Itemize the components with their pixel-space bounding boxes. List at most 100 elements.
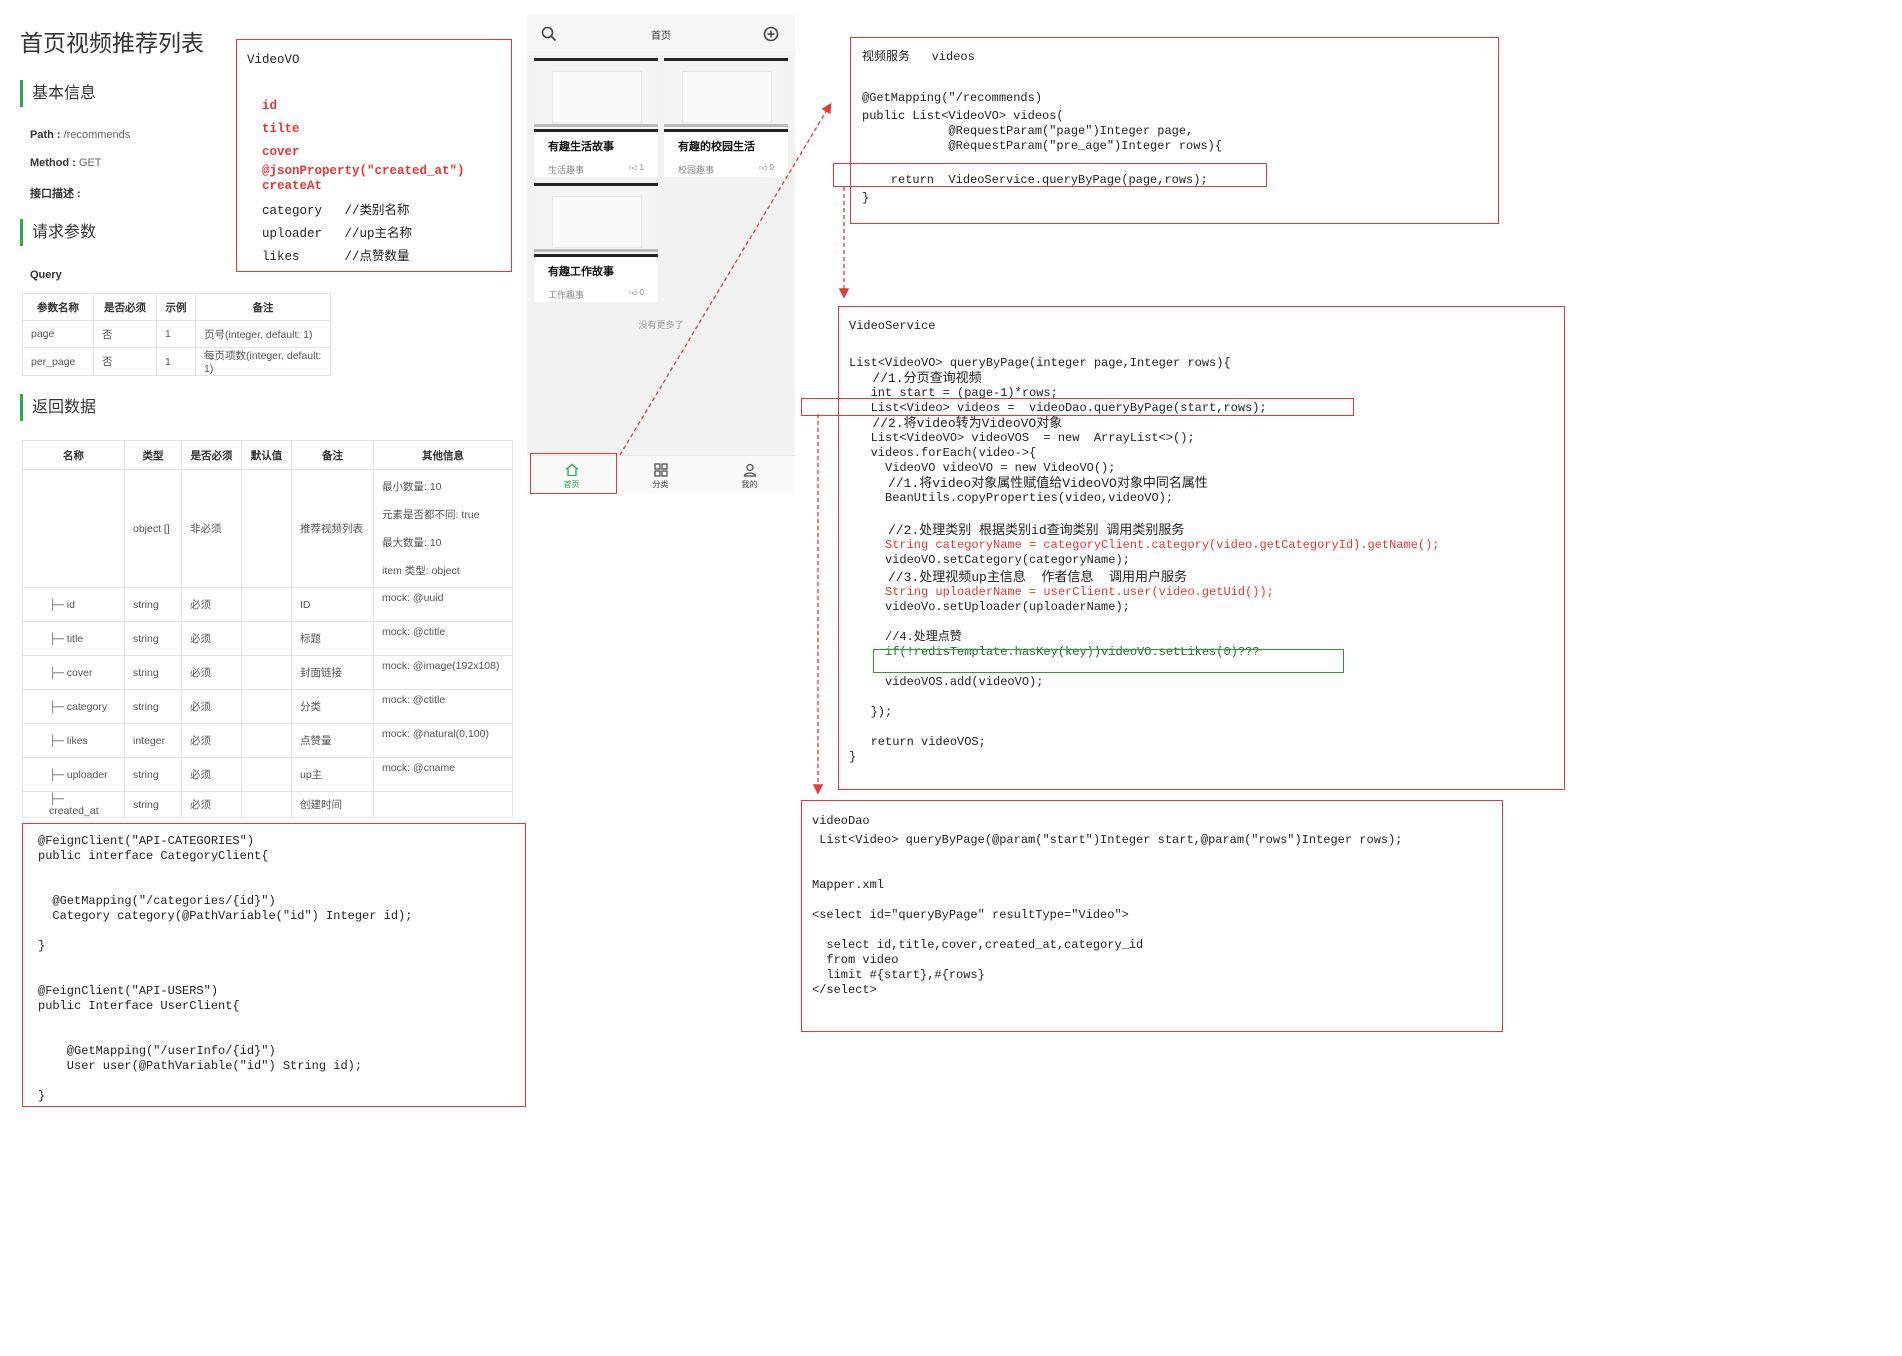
table-row: ├─ likes integer 必须 点赞量 mock: @natural(0,100… [22,723,513,758]
videovo-code: VideoVO id tilte cover @jsonProperty("cr… [247,49,465,269]
code-line: Mapper.xml [812,878,885,892]
table-cell: 最小数量: 10 元素是否都不同: true 最大数量: 10 item 类型:… [373,469,513,588]
code-line: //3.处理视频up主信息 作者信息 调用用户服务 [849,570,1188,585]
code-line: } [38,939,46,953]
tab-category[interactable]: 分类 [616,456,705,493]
table-cell: 推荐视频列表 [291,469,374,588]
method-row: Method : GET [30,157,102,169]
video-card[interactable]: 有趣的校园生活 校园趣事 👍︎ 0 [664,58,788,177]
video-category: 生活趣事 [548,165,585,175]
table-header: 示例 [156,293,196,321]
table-cell: 1 [156,320,196,348]
add-circle-icon[interactable] [763,26,779,42]
table-cell: string [124,757,182,792]
table-cell: mock: @natural(0,100) [373,723,513,758]
video-card[interactable]: 有趣工作故事 工作趣事 👍︎ 0 [534,183,658,302]
other-info-line: item 类型: object [382,564,460,577]
table-cell: 分类 [291,689,374,724]
table-cell: string [124,689,182,724]
phone-header-title: 首页 [651,31,671,42]
table-row: ├─ id string 必须 ID mock: @uuid [22,587,513,622]
video-card[interactable]: 有趣生活故事 生活趣事 👍︎ 1 [534,58,658,177]
code-line: //2.处理类别 根据类别id查询类别 调用类别服务 [849,523,1185,538]
response-table: 名称 类型 是否必须 默认值 备注 其他信息 object [] 非必须 推荐视… [22,440,513,818]
code-line: select id,title,cover,created_at,categor… [812,938,1144,952]
tab-mine[interactable]: 我的 [705,456,794,493]
code-line: } [38,1089,46,1103]
table-cell: page [22,320,94,348]
table-cell [241,723,292,758]
method-value: GET [78,157,102,169]
code-line: videoVO.setCategory(categoryName); [849,553,1130,567]
table-row: ├─ title string 必须 标题 mock: @ctitle [22,621,513,656]
user-icon [743,463,756,477]
table-cell: 否 [93,347,157,376]
table-cell: ├─ title [22,621,125,656]
table-row: ├─ created_at string 必须 创建时间 [22,791,513,818]
code-line: createAt [247,179,323,193]
code-line: //1.分页查询视频 [849,371,982,386]
code-line: videos.forEach(video->{ [849,446,1037,460]
table-cell: mock: @cname [373,757,513,792]
table-cell [241,655,292,690]
video-category: 校园趣事 [678,165,715,175]
table-cell: string [124,791,182,818]
table-header: 名称 [22,440,125,470]
code-line: videoDao [812,814,870,828]
code-line: @RequestParam("pre_age")Integer rows){ [862,139,1223,153]
dao-call-highlight [801,398,1354,416]
code-line: @GetMapping("/categories/{id}") [38,894,276,908]
section-heading: 基本信息 [32,85,97,102]
table-cell: 点赞量 [291,723,374,758]
code-line: String uploaderName = userClient.user(vi… [849,585,1274,599]
table-cell: 必须 [181,655,242,690]
table-cell: 必须 [181,791,242,818]
code-line: uploader //up主名称 [247,227,413,241]
table-cell: 1 [156,347,196,376]
code-line: @jsonProperty("created_at") [247,164,465,178]
table-cell: string [124,587,182,622]
table-row: ├─ uploader string 必须 up主 mock: @cname [22,757,513,792]
page-title: 首页视频推荐列表 [20,30,204,56]
video-dao-code: videoDao List<Video> queryByPage(@param(… [812,810,1403,998]
query-param-table: 参数名称 是否必须 示例 备注 page 否 1 页号(integer, def… [22,293,331,376]
tab-label: 我的 [741,480,758,489]
table-cell: 必须 [181,587,242,622]
video-title: 有趣工作故事 [548,266,614,278]
code-line: VideoVO [247,53,300,67]
video-likes: 👍︎ 0 [628,288,644,297]
section-heading: 请求参数 [32,224,97,241]
table-cell: mock: @ctitle [373,621,513,656]
code-line: @GetMapping("/recommends) [862,91,1043,105]
table-header: 类型 [124,440,182,470]
video-likes: 👍︎ 1 [628,163,644,172]
code-line: @RequestParam("page")Integer page, [862,124,1194,138]
path-label: Path : [30,129,61,141]
code-line: @FeignClient("API-USERS") [38,984,219,998]
table-cell [22,469,125,588]
home-tab-highlight [530,453,617,494]
table-cell: 创建时间 [291,791,374,818]
code-line: BeanUtils.copyProperties(video,videoVO); [849,491,1174,505]
controller-return-highlight [833,163,1267,187]
other-info-line: 最小数量: 10 [382,480,442,493]
table-cell: string [124,621,182,656]
code-line: tilte [247,122,300,136]
video-thumbnail [534,58,658,132]
code-line: String categoryName = categoryClient.cat… [849,538,1440,552]
table-cell: mock: @uuid [373,587,513,622]
table-cell: ├─ category [22,689,125,724]
code-line: <select id="queryByPage" resultType="Vid… [812,908,1129,922]
phone-screen: 首页 有趣生活故事 生活趣事 👍︎ 1 有趣的校园生活 校园趣事 👍︎ 0 有趣… [527,15,795,493]
table-cell [241,689,292,724]
section-heading: 返回数据 [32,399,97,416]
table-cell: 封面链接 [291,655,374,690]
